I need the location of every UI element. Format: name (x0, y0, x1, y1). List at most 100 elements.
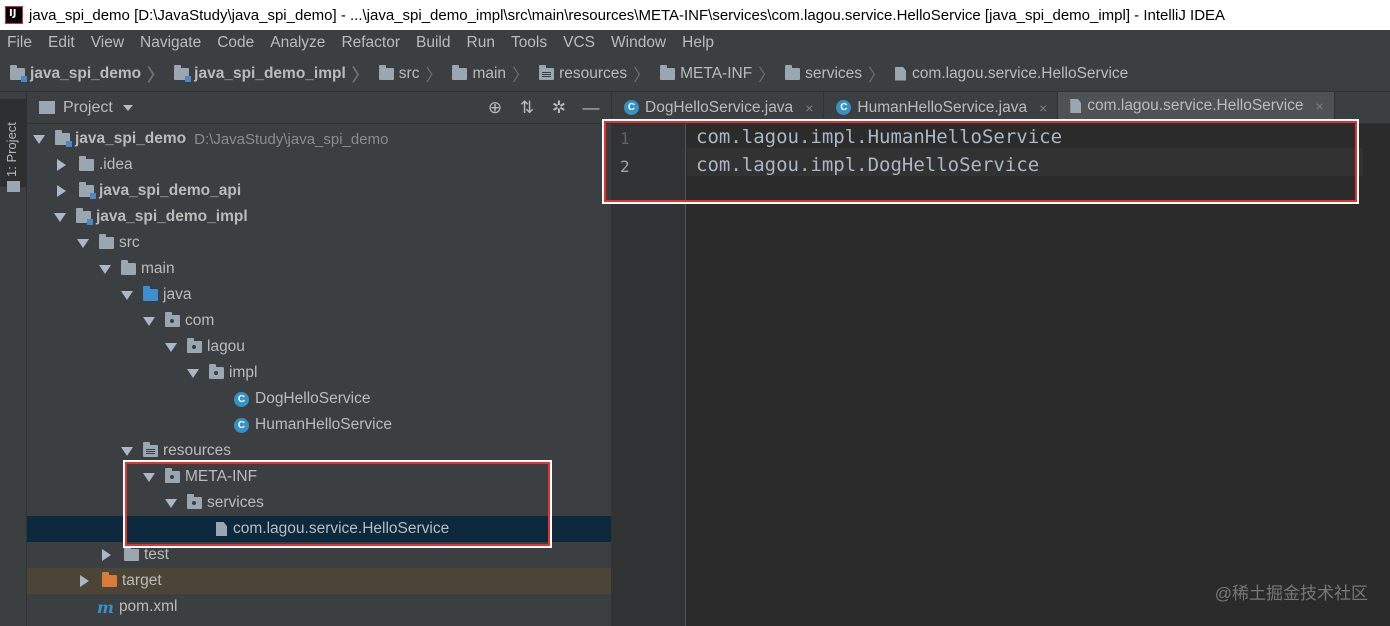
chevron-right-icon: 〉 (425, 66, 443, 85)
menu-vcs[interactable]: VCS (555, 34, 603, 52)
menu-refactor[interactable]: Refactor (333, 34, 408, 52)
close-icon[interactable]: × (1316, 98, 1324, 114)
source-folder-icon (143, 286, 158, 301)
tree-node-lagou[interactable]: lagou (27, 334, 611, 360)
resources-folder-icon (143, 442, 158, 457)
folder-icon (452, 64, 468, 80)
breadcrumb-services[interactable]: services 〉 (785, 61, 885, 86)
gear-icon[interactable]: ✲ (549, 98, 569, 118)
excluded-folder-icon (102, 572, 117, 587)
menu-file[interactable]: File (0, 34, 40, 52)
expand-arrow-icon[interactable] (77, 238, 89, 248)
menu-window[interactable]: Window (603, 34, 674, 52)
collapsed-arrow-icon[interactable] (102, 549, 111, 561)
breadcrumb-src[interactable]: src 〉 (378, 61, 443, 86)
folder-icon (99, 234, 114, 249)
locate-icon[interactable]: ⊕ (485, 98, 505, 118)
breadcrumb-meta-inf[interactable]: META-INF 〉 (660, 61, 775, 86)
file-icon (1070, 99, 1082, 113)
tab-helloservice-file[interactable]: com.lagou.service.HelloService × (1058, 92, 1335, 123)
project-icon (39, 101, 55, 114)
menu-help[interactable]: Help (674, 34, 722, 52)
expand-arrow-icon[interactable] (54, 212, 66, 222)
module-folder-icon (174, 64, 192, 82)
module-folder-icon (79, 182, 96, 199)
close-icon[interactable]: × (1039, 100, 1047, 116)
tree-node-java-spi-demo-api[interactable]: java_spi_demo_api (27, 178, 611, 204)
file-icon (895, 66, 907, 81)
tree-node-target[interactable]: target (27, 568, 611, 594)
tree-node-pom-xml[interactable]: m pom.xml (27, 594, 611, 620)
highlight-box-meta-inf (125, 462, 550, 546)
expand-arrow-icon[interactable] (143, 316, 155, 326)
module-folder-icon (76, 208, 93, 225)
module-folder-icon (10, 64, 27, 82)
folder-icon (785, 64, 801, 80)
chevron-down-icon[interactable] (122, 104, 133, 111)
window-title: java_spi_demo [D:\JavaStudy\java_spi_dem… (29, 6, 1226, 24)
chevron-right-icon: 〉 (147, 66, 165, 85)
breadcrumb-helloservice-file[interactable]: com.lagou.service.HelloService (895, 65, 1128, 83)
maven-icon: m (97, 597, 114, 617)
breadcrumb-java-spi-demo[interactable]: java_spi_demo 〉 (10, 61, 164, 86)
expand-arrow-icon[interactable] (121, 290, 133, 300)
class-icon: C (234, 417, 249, 433)
tree-node-java[interactable]: java (27, 282, 611, 308)
breadcrumb-main[interactable]: main 〉 (452, 61, 529, 86)
close-icon[interactable]: × (805, 100, 813, 116)
tree-node-idea[interactable]: .idea (27, 152, 611, 178)
tree-node-impl[interactable]: impl (27, 360, 611, 386)
tree-node-java-spi-demo-impl[interactable]: java_spi_demo_impl (27, 204, 611, 230)
folder-icon (124, 546, 139, 561)
tree-node-com[interactable]: com (27, 308, 611, 334)
project-panel: Project ⊕ ⇅ ✲ — java_spi_demo D:\JavaStu… (27, 92, 611, 626)
tab-doghelloservice[interactable]: C DogHelloService.java × (612, 92, 825, 123)
tree-node-resources[interactable]: resources (27, 438, 611, 464)
expand-arrow-icon[interactable] (99, 264, 111, 274)
tree-node-main[interactable]: main (27, 256, 611, 282)
project-view-selector[interactable]: Project (63, 99, 113, 117)
menu-edit[interactable]: Edit (40, 34, 83, 52)
expand-arrow-icon[interactable] (121, 446, 133, 456)
tree-node-doghelloservice[interactable]: C DogHelloService (27, 386, 611, 412)
project-tool-tab-label: 1: Project (4, 122, 19, 177)
breadcrumb-resources[interactable]: resources 〉 (539, 61, 650, 86)
folder-icon (79, 156, 94, 171)
module-folder-icon (55, 130, 72, 147)
tree-node-humanhelloservice[interactable]: C HumanHelloService (27, 412, 611, 438)
menu-run[interactable]: Run (459, 34, 503, 52)
package-icon (209, 364, 224, 379)
menu-analyze[interactable]: Analyze (262, 34, 333, 52)
menu-view[interactable]: View (83, 34, 132, 52)
project-tool-tab[interactable]: 1: Project (0, 99, 27, 192)
expand-arrow-icon[interactable] (187, 368, 199, 378)
tree-node-java-spi-demo[interactable]: java_spi_demo D:\JavaStudy\java_spi_demo (27, 126, 611, 152)
chevron-right-icon: 〉 (512, 66, 530, 85)
hide-icon[interactable]: — (581, 98, 601, 118)
breadcrumb-java-spi-demo-impl[interactable]: java_spi_demo_impl 〉 (174, 61, 369, 86)
menu-tools[interactable]: Tools (503, 34, 555, 52)
chevron-right-icon: 〉 (633, 66, 651, 85)
project-panel-header: Project ⊕ ⇅ ✲ — (27, 92, 611, 124)
folder-icon (121, 260, 136, 275)
collapsed-arrow-icon[interactable] (80, 575, 89, 587)
menu-build[interactable]: Build (408, 34, 458, 52)
folder-icon (7, 181, 20, 192)
chevron-right-icon: 〉 (351, 66, 369, 85)
package-icon (165, 312, 180, 327)
left-tool-strip: 1: Project (0, 92, 27, 626)
collapsed-arrow-icon[interactable] (57, 185, 66, 197)
class-icon: C (234, 391, 249, 407)
window-titlebar: IJ java_spi_demo [D:\JavaStudy\java_spi_… (0, 0, 1390, 30)
expand-arrow-icon[interactable] (33, 134, 45, 144)
collapsed-arrow-icon[interactable] (57, 159, 66, 171)
menu-navigate[interactable]: Navigate (132, 34, 209, 52)
intellij-app-icon[interactable]: IJ (5, 6, 23, 24)
tree-node-src[interactable]: src (27, 230, 611, 256)
menu-code[interactable]: Code (209, 34, 262, 52)
tab-humanhelloservice[interactable]: C HumanHelloService.java × (824, 92, 1059, 123)
expand-arrow-icon[interactable] (165, 342, 177, 352)
resources-folder-icon (539, 64, 555, 80)
collapse-all-icon[interactable]: ⇅ (517, 98, 537, 118)
chevron-right-icon: 〉 (868, 66, 886, 85)
